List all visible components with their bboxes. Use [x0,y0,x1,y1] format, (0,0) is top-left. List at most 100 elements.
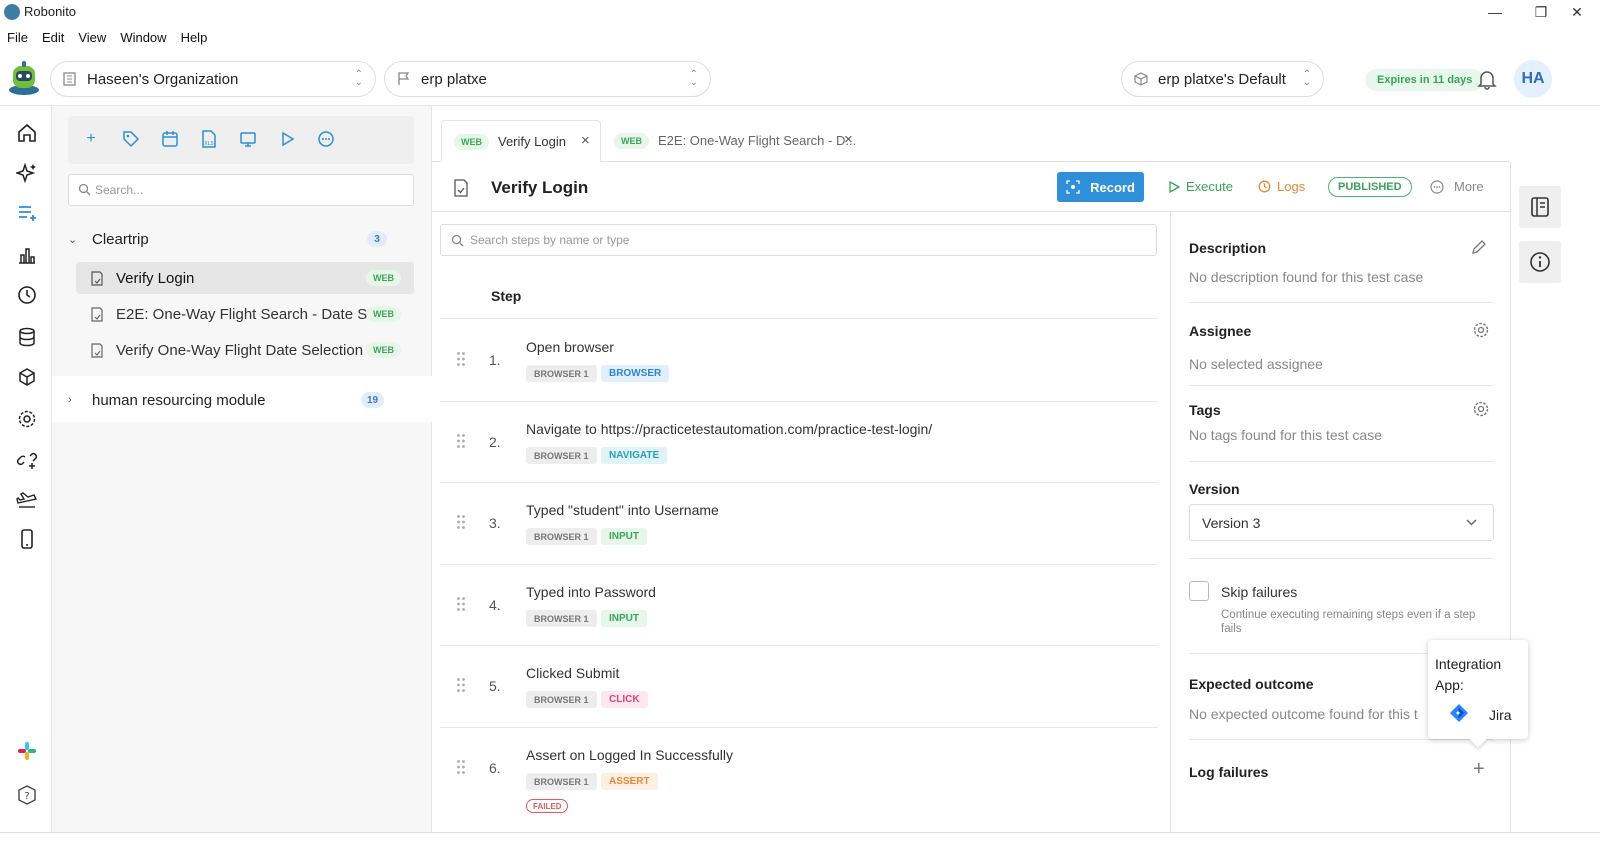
web-tag: WEB [366,306,401,322]
step-row[interactable]: 1. Open browser BROWSER 1 BROWSER [440,319,1158,400]
tree-item-label: Verify Login [116,269,195,287]
tag-icon[interactable] [122,130,140,148]
user-avatar[interactable]: HA [1514,60,1552,98]
version-value: Version 3 [1202,514,1261,531]
more-icon[interactable] [317,130,335,148]
project-select[interactable]: erp platxe ⌃ ⌄ [384,61,711,97]
chevron-down-icon[interactable]: ⌄ [68,233,77,246]
cube-icon[interactable] [16,366,38,388]
home-icon[interactable] [16,122,38,144]
calendar-icon[interactable] [161,130,179,148]
cube-icon [1134,72,1148,86]
skip-failures-label: Skip failures [1221,584,1298,600]
info-icon [1530,252,1550,272]
step-row[interactable]: 6. Assert on Logged In Successfully BROWSE… [440,727,1158,813]
notebook-button[interactable] [1519,186,1561,228]
database-icon[interactable] [16,326,38,348]
close-icon[interactable]: × [844,131,853,148]
skip-failures-checkbox[interactable] [1189,581,1209,601]
plane-icon[interactable] [16,488,38,510]
drag-handle-icon[interactable] [456,759,466,775]
drag-handle-icon[interactable] [456,351,466,367]
chevron-down-icon [1466,519,1477,526]
clock-icon[interactable] [16,284,38,306]
menu-edit[interactable]: Edit [35,26,71,48]
step-row[interactable]: 4. Typed into Password BROWSER 1 INPUT [440,564,1158,645]
step-number: 4. [489,597,501,613]
tree-item-verify-login[interactable]: Verify Login WEB [76,262,414,294]
logs-button[interactable]: Logs [1258,179,1305,194]
drag-handle-icon[interactable] [456,514,466,530]
web-tag: WEB [366,270,401,286]
menu-window[interactable]: Window [113,26,173,48]
drag-handle-icon[interactable] [456,433,466,449]
tree-group-cleartrip[interactable]: ⌄ Cleartrip 3 [52,219,432,259]
test-case-file-icon [91,307,103,322]
window-bottom-edge [0,832,1600,852]
robonito-logo-icon [9,61,39,95]
slack-icon[interactable] [16,740,38,762]
organization-select[interactable]: Haseen's Organization ⌃ ⌄ [50,61,376,97]
version-select[interactable]: Version 3 [1189,504,1494,541]
test-case-title: Verify Login [491,178,589,197]
tree-item-flight-date[interactable]: Verify One-Way Flight Date Selection WEB [76,334,414,366]
more-label: More [1454,179,1484,194]
tab-flight-search[interactable]: WEB E2E: One-Way Flight Search - D... × [612,120,862,162]
file-xls-icon[interactable]: XLS [200,130,218,148]
description-label: Description [1189,240,1267,256]
tree-item-label: Verify One-Way Flight Date Selection [116,341,364,359]
step-title: Navigate to https://practicetestautomati… [526,421,933,437]
project-name: erp platxe [421,70,487,88]
test-cases-icon[interactable] [16,202,38,224]
minimize-button[interactable]: — [1472,0,1518,24]
gear-icon[interactable] [1472,321,1490,339]
bell-icon[interactable] [1476,68,1498,90]
add-log-failure-icon[interactable]: + [1473,758,1485,781]
tree-group-count: 19 [361,392,385,408]
assignee-value: No selected assignee [1189,356,1323,372]
failed-badge: FAILED [526,799,569,813]
chart-icon[interactable] [16,244,38,266]
sparkle-icon[interactable] [16,162,38,184]
record-button[interactable]: Record [1057,172,1144,202]
tab-verify-login[interactable]: WEB Verify Login × [441,120,601,162]
menu-file[interactable]: File [0,26,35,48]
divider [1189,385,1494,386]
mobile-icon[interactable] [16,528,38,550]
drag-handle-icon[interactable] [456,677,466,693]
step-row[interactable]: 3. Typed "student" into Username BROWSER 1… [440,482,1158,563]
close-window-button[interactable]: ✕ [1554,0,1600,24]
menu-view[interactable]: View [71,26,113,48]
execute-label: Execute [1186,179,1233,194]
settings-icon[interactable] [16,408,38,430]
play-icon[interactable] [278,130,296,148]
step-number: 6. [489,760,501,776]
web-tag: WEB [366,342,401,358]
more-button[interactable]: More [1430,179,1484,194]
tree-group-human-resourcing[interactable]: › human resourcing module 19 [52,380,432,420]
tree-search-input[interactable]: Search... [68,174,414,206]
step-row[interactable]: 2. Navigate to https://practicetestautoma… [440,401,1158,482]
tree-item-flight-search[interactable]: E2E: One-Way Flight Search - Date S... W… [76,298,414,330]
close-icon[interactable]: × [581,132,590,149]
step-title: Typed into Password [526,584,656,600]
monitor-icon[interactable] [239,130,257,148]
menu-help[interactable]: Help [174,26,215,48]
plus-icon[interactable]: + [82,130,100,148]
jira-icon[interactable] [1448,703,1470,725]
environment-select[interactable]: erp platxe's Default ⌃ ⌄ [1121,61,1324,97]
help-icon[interactable]: ? [16,784,38,806]
search-icon [78,183,91,196]
drag-handle-icon[interactable] [456,596,466,612]
info-button[interactable] [1519,241,1561,283]
web-tag: WEB [614,133,649,149]
execute-button[interactable]: Execute [1168,179,1233,194]
integrations-icon[interactable] [16,448,38,470]
step-row[interactable]: 5. Clicked Submit BROWSER 1 CLICK [440,645,1158,726]
pencil-icon[interactable] [1470,238,1488,256]
steps-search-placeholder: Search steps by name or type [470,233,630,247]
steps-search-input[interactable]: Search steps by name or type [440,224,1157,256]
jira-label[interactable]: Jira [1489,707,1512,723]
chevron-right-icon[interactable]: › [68,394,72,406]
gear-icon[interactable] [1472,400,1490,418]
